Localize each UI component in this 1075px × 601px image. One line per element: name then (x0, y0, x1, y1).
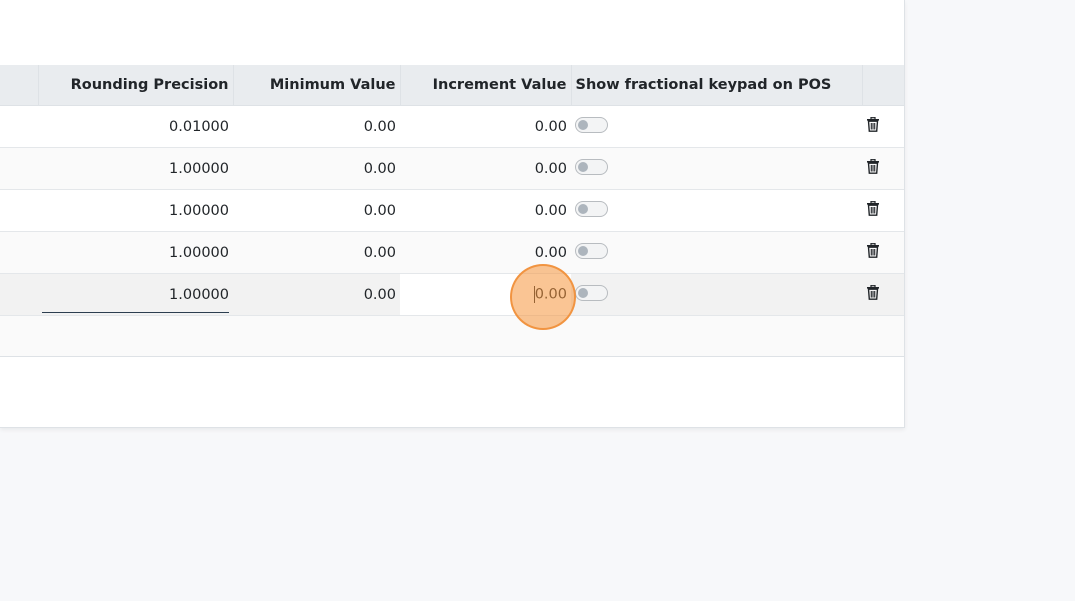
name-cell[interactable] (0, 106, 38, 148)
table-row[interactable]: 0.01000 0.00 0.00 (0, 105, 904, 148)
fractional-keypad-cell (571, 232, 862, 274)
rounding-precision-cell[interactable]: 1.00000 (38, 148, 233, 190)
actions-cell (862, 232, 904, 274)
fractional-keypad-cell (571, 190, 862, 232)
fractional-keypad-cell (571, 106, 862, 148)
name-cell[interactable] (0, 274, 38, 316)
column-header-increment-value[interactable]: Increment Value (399, 65, 571, 106)
rounding-precision-cell[interactable]: 0.01000 (38, 106, 233, 148)
column-header-name[interactable] (0, 65, 38, 106)
minimum-value-cell[interactable]: 0.00 (233, 232, 400, 274)
table-row[interactable]: 1.00000 0.00 0.00 (0, 147, 904, 190)
name-cell[interactable] (0, 148, 38, 190)
fractional-keypad-cell (571, 274, 862, 316)
fractional-keypad-toggle[interactable] (575, 200, 608, 217)
table-row-editing[interactable]: 1.00000 0.00 0.00 (0, 273, 904, 316)
increment-value-cell[interactable]: 0.00 (400, 232, 571, 274)
trash-icon[interactable] (866, 158, 880, 178)
increment-value-cell[interactable]: 0.00 (400, 106, 571, 148)
minimum-value-cell[interactable]: 0.00 (233, 106, 400, 148)
rounding-precision-field[interactable]: 1.00000 (38, 274, 233, 316)
column-header-minimum-value[interactable]: Minimum Value (232, 65, 400, 106)
table-row[interactable]: 1.00000 0.00 0.00 (0, 231, 904, 274)
rounding-precision-cell[interactable]: 1.00000 (38, 190, 233, 232)
uom-table: Rounding Precision Minimum Value Increme… (0, 65, 904, 357)
add-line-row[interactable] (0, 315, 904, 357)
actions-cell (862, 190, 904, 232)
add-line-cell[interactable] (0, 316, 904, 357)
name-cell[interactable] (0, 190, 38, 232)
name-cell[interactable] (0, 232, 38, 274)
increment-value-cell[interactable]: 0.00 (400, 148, 571, 190)
column-header-actions (861, 65, 904, 106)
fractional-keypad-toggle[interactable] (575, 116, 608, 133)
minimum-value-cell[interactable]: 0.00 (233, 148, 400, 190)
column-header-fractional-keypad[interactable]: Show fractional keypad on POS (570, 65, 862, 106)
fractional-keypad-cell (571, 148, 862, 190)
trash-icon[interactable] (866, 116, 880, 136)
trash-icon[interactable] (866, 242, 880, 262)
actions-cell (862, 148, 904, 190)
trash-icon[interactable] (866, 200, 880, 220)
fractional-keypad-toggle[interactable] (575, 158, 608, 175)
minimum-value-cell[interactable]: 0.00 (233, 274, 400, 316)
column-header-rounding-precision[interactable]: Rounding Precision (37, 65, 233, 106)
increment-value-cell[interactable]: 0.00 (400, 190, 571, 232)
form-sheet: Rounding Precision Minimum Value Increme… (0, 0, 905, 428)
rounding-precision-cell[interactable]: 1.00000 (38, 232, 233, 274)
fractional-keypad-toggle[interactable] (575, 284, 608, 301)
actions-cell (862, 274, 904, 316)
actions-cell (862, 106, 904, 148)
fractional-keypad-toggle[interactable] (575, 242, 608, 259)
minimum-value-cell[interactable]: 0.00 (233, 190, 400, 232)
table-header-row: Rounding Precision Minimum Value Increme… (0, 65, 904, 106)
increment-value-input[interactable]: 0.00 (400, 273, 571, 316)
table-row[interactable]: 1.00000 0.00 0.00 (0, 189, 904, 232)
trash-icon[interactable] (866, 284, 880, 304)
